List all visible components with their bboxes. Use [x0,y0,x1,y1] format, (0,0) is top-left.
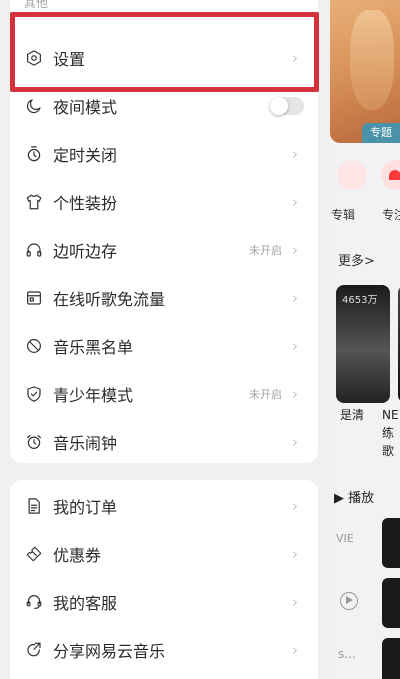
sim-card-icon [25,289,43,307]
banner-tag: 专题 [362,123,400,143]
menu-item-teen-mode[interactable]: 青少年模式 未开启 › [10,371,318,417]
menu-item-label: 我的订单 [53,498,118,517]
chevron-right-icon: › [292,241,298,259]
menu-item-sleep-timer[interactable]: 定时关闭 › [10,131,318,177]
play-count: 4653万 [342,295,378,306]
shield-check-icon [25,385,43,403]
chevron-right-icon: › [292,545,298,563]
menu-item-label: 音乐闹钟 [53,434,118,453]
background-app: 专题 专辑 专注 更多> 4653万 是清 NE 练歌 ▶ 播放 VIE s..… [318,0,400,679]
truncated-text: s... [338,647,356,661]
chevron-right-icon: › [292,337,298,355]
status-text: 未开启 [249,388,282,401]
thumbnail[interactable] [382,518,400,568]
menu-item-orders[interactable]: 我的订单 › [10,483,318,529]
thumbnail[interactable] [382,578,400,628]
caption-line: NE [382,408,399,422]
menu-item-label: 青少年模式 [53,386,134,405]
menu-item-listen-save[interactable]: 边听边存 未开启 › [10,227,318,273]
chevron-right-icon: › [292,593,298,611]
banner-image[interactable]: 专题 [330,0,400,143]
section-title: 其他 [24,0,49,10]
more-link[interactable]: 更多> [338,250,375,269]
night-mode-toggle[interactable] [270,97,304,115]
toggle-knob [270,97,288,115]
menu-item-theme[interactable]: 个性装扮 › [10,179,318,225]
moon-icon [25,97,43,115]
headphones-icon [25,241,43,259]
play-header[interactable]: ▶ 播放 [334,487,374,506]
album-label: 专辑 [331,208,356,222]
chevron-right-icon: › [292,497,298,515]
timer-icon [25,145,43,163]
play-circle-icon[interactable] [340,592,358,610]
menu-item-label: 优惠券 [53,546,102,565]
menu-item-free-data[interactable]: 在线听歌免流量 › [10,275,318,321]
document-icon [25,497,43,515]
playlist-caption-2: NE 练歌 [382,406,400,460]
headset-icon [25,593,43,611]
menu-item-label: 定时关闭 [53,146,118,165]
menu-item-label: 夜间模式 [53,98,118,117]
highlight-box [10,12,319,92]
menu-item-label: 个性装扮 [53,194,118,213]
playlist-card[interactable]: 4653万 [336,285,390,403]
chevron-right-icon: › [292,193,298,211]
alarm-clock-icon [25,433,43,451]
chevron-right-icon: › [292,289,298,307]
block-icon [25,337,43,355]
coupon-icon [25,545,43,563]
partial-label: 专注 [382,208,400,222]
caption-line: 练歌 [382,426,395,458]
chevron-right-icon: › [292,385,298,403]
album-icon[interactable] [337,160,367,190]
thumbnail[interactable] [382,638,400,679]
menu-item-label: 分享网易云音乐 [53,642,166,661]
chevron-right-icon: › [292,145,298,163]
vie-text: VIE [336,532,354,545]
chevron-right-icon: › [292,433,298,451]
banner-face [350,10,394,110]
side-drawer: 其他 设置 › 夜间模式 定时关闭 › 个性装扮 › 边听边存 未开启 › 在线… [0,0,330,679]
playlist-caption: 是清 [340,408,365,422]
chevron-right-icon: › [292,641,298,659]
menu-item-label: 边听边存 [53,242,118,261]
heart-icon[interactable] [381,160,400,190]
menu-item-label: 在线听歌免流量 [53,290,166,309]
menu-item-label: 我的客服 [53,594,118,613]
menu-item-support[interactable]: 我的客服 › [10,579,318,625]
menu-item-label: 音乐黑名单 [53,338,134,357]
tshirt-icon [25,193,43,211]
status-text: 未开启 [249,244,282,257]
menu-item-share[interactable]: 分享网易云音乐 › [10,627,318,673]
menu-item-blacklist[interactable]: 音乐黑名单 › [10,323,318,369]
menu-item-coupons[interactable]: 优惠券 › [10,531,318,577]
share-icon [25,641,43,659]
menu-item-alarm[interactable]: 音乐闹钟 › [10,419,318,465]
